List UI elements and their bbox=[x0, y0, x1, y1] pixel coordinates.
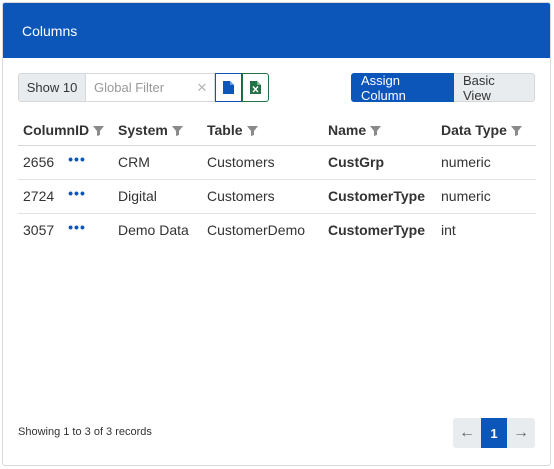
row-actions-icon[interactable]: ••• bbox=[68, 185, 86, 201]
cell-data-type: numeric bbox=[436, 145, 536, 180]
table-row[interactable]: 2656 ••• CRM Customers CustGrp numeric bbox=[18, 145, 536, 180]
cell-name: CustomerType bbox=[328, 222, 425, 239]
export-excel-button[interactable] bbox=[242, 73, 269, 102]
view-toggle: Assign Column Basic View bbox=[351, 73, 535, 103]
page-1-button[interactable]: 1 bbox=[481, 418, 507, 448]
export-csv-button[interactable] bbox=[215, 73, 242, 102]
cell-name: CustomerType bbox=[323, 179, 436, 214]
cell-column-id: 3057 ••• bbox=[23, 219, 86, 239]
show-entries-button[interactable]: Show 10 bbox=[18, 73, 85, 102]
filter-icon[interactable] bbox=[246, 125, 258, 137]
pagination: ← 1 → bbox=[453, 418, 535, 448]
row-actions-icon[interactable]: ••• bbox=[68, 151, 86, 167]
columns-table: ColumnID System Table Name Data Type 265… bbox=[18, 116, 536, 247]
file-icon bbox=[223, 81, 234, 94]
assign-column-button[interactable]: Assign Column bbox=[351, 73, 454, 103]
clear-icon: ✕ bbox=[196, 79, 208, 95]
cell-system: Demo Data bbox=[118, 222, 189, 239]
cell-data-type: int bbox=[441, 222, 456, 239]
table-header-row: ColumnID System Table Name Data Type bbox=[18, 116, 536, 146]
arrow-right-icon: → bbox=[513, 424, 529, 441]
cell-table: Customers bbox=[202, 145, 323, 180]
records-info: Showing 1 to 3 of 3 records bbox=[18, 426, 152, 438]
filter-icon[interactable] bbox=[93, 125, 105, 137]
header-table[interactable]: Table bbox=[202, 116, 323, 146]
header-data-type[interactable]: Data Type bbox=[436, 116, 536, 146]
table-row[interactable]: 3057 ••• Demo Data CustomerDemo CustomerT… bbox=[18, 213, 536, 247]
header-column-id[interactable]: ColumnID bbox=[18, 116, 113, 146]
filter-icon[interactable] bbox=[510, 125, 522, 137]
cell-data-type: numeric bbox=[436, 179, 536, 214]
cell-column-id: 2656 ••• bbox=[18, 145, 113, 180]
row-actions-icon[interactable]: ••• bbox=[68, 219, 86, 235]
panel-title: Columns bbox=[22, 22, 78, 39]
cell-table: Customers bbox=[202, 179, 323, 214]
arrow-left-icon: ← bbox=[459, 424, 475, 441]
header-system[interactable]: System bbox=[113, 116, 202, 146]
prev-page-button[interactable]: ← bbox=[453, 418, 481, 448]
header-name[interactable]: Name bbox=[323, 116, 436, 146]
excel-icon bbox=[250, 81, 261, 94]
cell-system: Digital bbox=[113, 179, 202, 214]
panel-header: Columns bbox=[3, 3, 550, 58]
cell-system: CRM bbox=[113, 145, 202, 180]
cell-table: CustomerDemo bbox=[207, 222, 306, 239]
basic-view-button[interactable]: Basic View bbox=[454, 73, 535, 103]
cell-column-id: 2724 ••• bbox=[18, 179, 113, 214]
global-filter-input[interactable] bbox=[85, 73, 190, 102]
columns-panel: Columns Show 10 ✕ Assign Column Basic Vi… bbox=[2, 2, 551, 466]
filter-icon[interactable] bbox=[370, 125, 382, 137]
next-page-button[interactable]: → bbox=[507, 418, 535, 448]
cell-name: CustGrp bbox=[323, 145, 436, 180]
table-row[interactable]: 2724 ••• Digital Customers CustomerType n… bbox=[18, 179, 536, 214]
filter-icon[interactable] bbox=[171, 125, 183, 137]
clear-filter-button[interactable]: ✕ bbox=[190, 73, 215, 102]
toolbar: Show 10 ✕ Assign Column Basic View bbox=[18, 73, 535, 103]
